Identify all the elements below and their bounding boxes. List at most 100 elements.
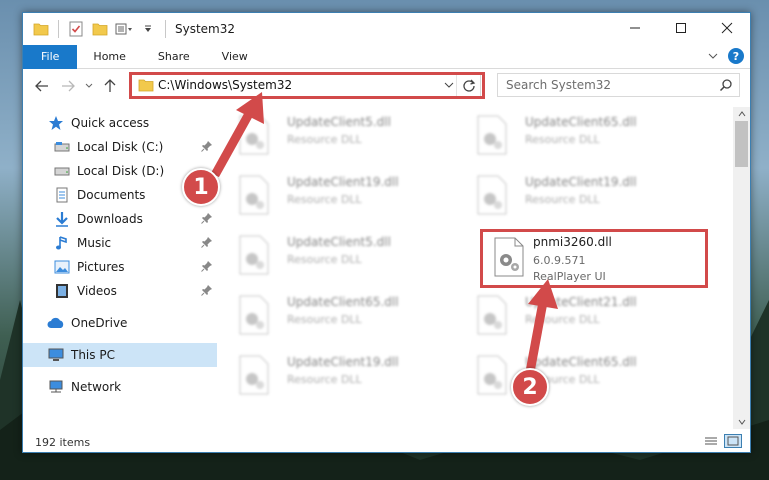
- dll-file-icon: [474, 175, 510, 218]
- toolbar-divider: [165, 20, 166, 38]
- file-description: Resource DLL: [525, 193, 600, 206]
- file-item[interactable]: UpdateClient5.dll Resource DLL: [228, 229, 454, 281]
- file-name: UpdateClient65.dll: [287, 295, 399, 309]
- tab-file[interactable]: File: [23, 44, 78, 69]
- dll-file-icon: [474, 355, 510, 398]
- nav-item-label: Quick access: [71, 116, 150, 130]
- computer-icon: [47, 347, 65, 363]
- search-icon[interactable]: [719, 78, 733, 95]
- ribbon-tabs: File Home Share View ?: [23, 44, 750, 69]
- view-switcher: [702, 434, 742, 448]
- file-item[interactable]: UpdateClient21.dll Resource DLL: [466, 289, 692, 341]
- expand-ribbon-chevron-icon[interactable]: [708, 49, 718, 63]
- nav-item-label: This PC: [71, 348, 115, 362]
- file-description: Resource DLL: [287, 373, 362, 386]
- file-description: Resource DLL: [525, 133, 600, 146]
- address-bar-highlight: [129, 72, 485, 99]
- recent-locations-dropdown-icon[interactable]: [81, 73, 97, 99]
- nav-downloads[interactable]: Downloads: [23, 207, 217, 231]
- item-count: 192 items: [35, 435, 91, 449]
- file-name: UpdateClient19.dll: [287, 175, 399, 189]
- search-input[interactable]: Search System32: [506, 78, 611, 92]
- toolbar-divider: [58, 20, 59, 38]
- tab-home[interactable]: Home: [77, 45, 141, 69]
- nav-onedrive[interactable]: OneDrive: [23, 311, 217, 335]
- file-description: Resource DLL: [287, 133, 362, 146]
- network-icon: [47, 379, 65, 395]
- nav-videos[interactable]: Videos: [23, 279, 217, 303]
- pin-icon: [201, 260, 213, 275]
- download-icon: [53, 211, 71, 227]
- folder-icon: [31, 19, 51, 39]
- dll-file-icon: [236, 295, 272, 338]
- ribbon-right-controls: ?: [708, 48, 744, 64]
- drive-icon: [53, 163, 71, 179]
- nav-network[interactable]: Network: [23, 375, 217, 399]
- pictures-icon: [53, 259, 71, 275]
- back-button[interactable]: [29, 73, 55, 99]
- file-item[interactable]: UpdateClient65.dll Resource DLL: [466, 349, 692, 401]
- customize-toolbar-dropdown-icon[interactable]: [138, 19, 158, 39]
- nav-item-label: Local Disk (D:): [77, 164, 165, 178]
- forward-button[interactable]: [55, 73, 81, 99]
- file-explorer-window: System32 File Home Share View ? C:\Windo…: [22, 12, 751, 453]
- close-button[interactable]: [704, 13, 750, 43]
- step-1-badge: 1: [182, 168, 220, 206]
- file-name: UpdateClient19.dll: [525, 175, 637, 189]
- file-item[interactable]: UpdateClient5.dll Resource DLL: [228, 109, 454, 161]
- help-button[interactable]: ?: [728, 48, 744, 64]
- nav-this-pc[interactable]: This PC: [23, 343, 217, 367]
- pin-icon: [201, 236, 213, 251]
- file-name: UpdateClient19.dll: [287, 355, 399, 369]
- view-options-icon[interactable]: [114, 19, 134, 39]
- scrollbar-thumb[interactable]: [735, 121, 748, 167]
- file-item[interactable]: UpdateClient19.dll Resource DLL: [466, 169, 692, 221]
- scroll-up-arrow-icon[interactable]: [733, 107, 750, 121]
- scroll-down-arrow-icon[interactable]: [733, 415, 750, 429]
- nav-item-label: Downloads: [77, 212, 143, 226]
- title-bar: System32: [23, 13, 750, 45]
- tab-share[interactable]: Share: [142, 45, 206, 69]
- file-name: UpdateClient5.dll: [287, 115, 391, 129]
- nav-item-label: Pictures: [77, 260, 125, 274]
- drive-icon: [53, 139, 71, 155]
- pin-icon: [201, 140, 213, 155]
- nav-local-disk-c[interactable]: Local Disk (C:): [23, 135, 217, 159]
- file-name: UpdateClient65.dll: [525, 355, 637, 369]
- new-folder-icon[interactable]: [90, 19, 110, 39]
- file-item[interactable]: UpdateClient19.dll Resource DLL: [228, 349, 454, 401]
- file-item[interactable]: UpdateClient65.dll Resource DLL: [228, 289, 454, 341]
- file-name: UpdateClient21.dll: [525, 295, 637, 309]
- file-item[interactable]: UpdateClient19.dll Resource DLL: [228, 169, 454, 221]
- nav-item-label: Documents: [77, 188, 146, 202]
- dll-file-icon: [474, 295, 510, 338]
- music-icon: [53, 235, 71, 251]
- file-highlight: [480, 229, 708, 288]
- quick-access-toolbar: [23, 13, 169, 45]
- nav-item-label: Music: [77, 236, 112, 250]
- videos-icon: [53, 283, 71, 299]
- status-bar: 192 items: [23, 431, 750, 453]
- file-description: Resource DLL: [287, 193, 362, 206]
- nav-music[interactable]: Music: [23, 231, 217, 255]
- nav-pictures[interactable]: Pictures: [23, 255, 217, 279]
- window-controls: [612, 13, 750, 43]
- dll-file-icon: [236, 115, 272, 158]
- nav-quick-access[interactable]: Quick access: [23, 111, 217, 135]
- large-icons-view-icon[interactable]: [724, 434, 742, 448]
- search-field[interactable]: Search System32: [497, 73, 740, 97]
- tab-view[interactable]: View: [206, 45, 264, 69]
- properties-check-icon[interactable]: [66, 19, 86, 39]
- vertical-scrollbar[interactable]: [733, 107, 750, 429]
- up-button[interactable]: [97, 73, 123, 99]
- star-icon: [47, 115, 65, 131]
- details-view-icon[interactable]: [702, 434, 720, 448]
- cloud-icon: [47, 315, 65, 331]
- file-description: Resource DLL: [287, 313, 362, 326]
- file-item[interactable]: UpdateClient65.dll Resource DLL: [466, 109, 692, 161]
- documents-icon: [53, 187, 71, 203]
- window-title: System32: [175, 22, 236, 36]
- maximize-button[interactable]: [658, 13, 704, 43]
- dll-file-icon: [236, 175, 272, 218]
- minimize-button[interactable]: [612, 13, 658, 43]
